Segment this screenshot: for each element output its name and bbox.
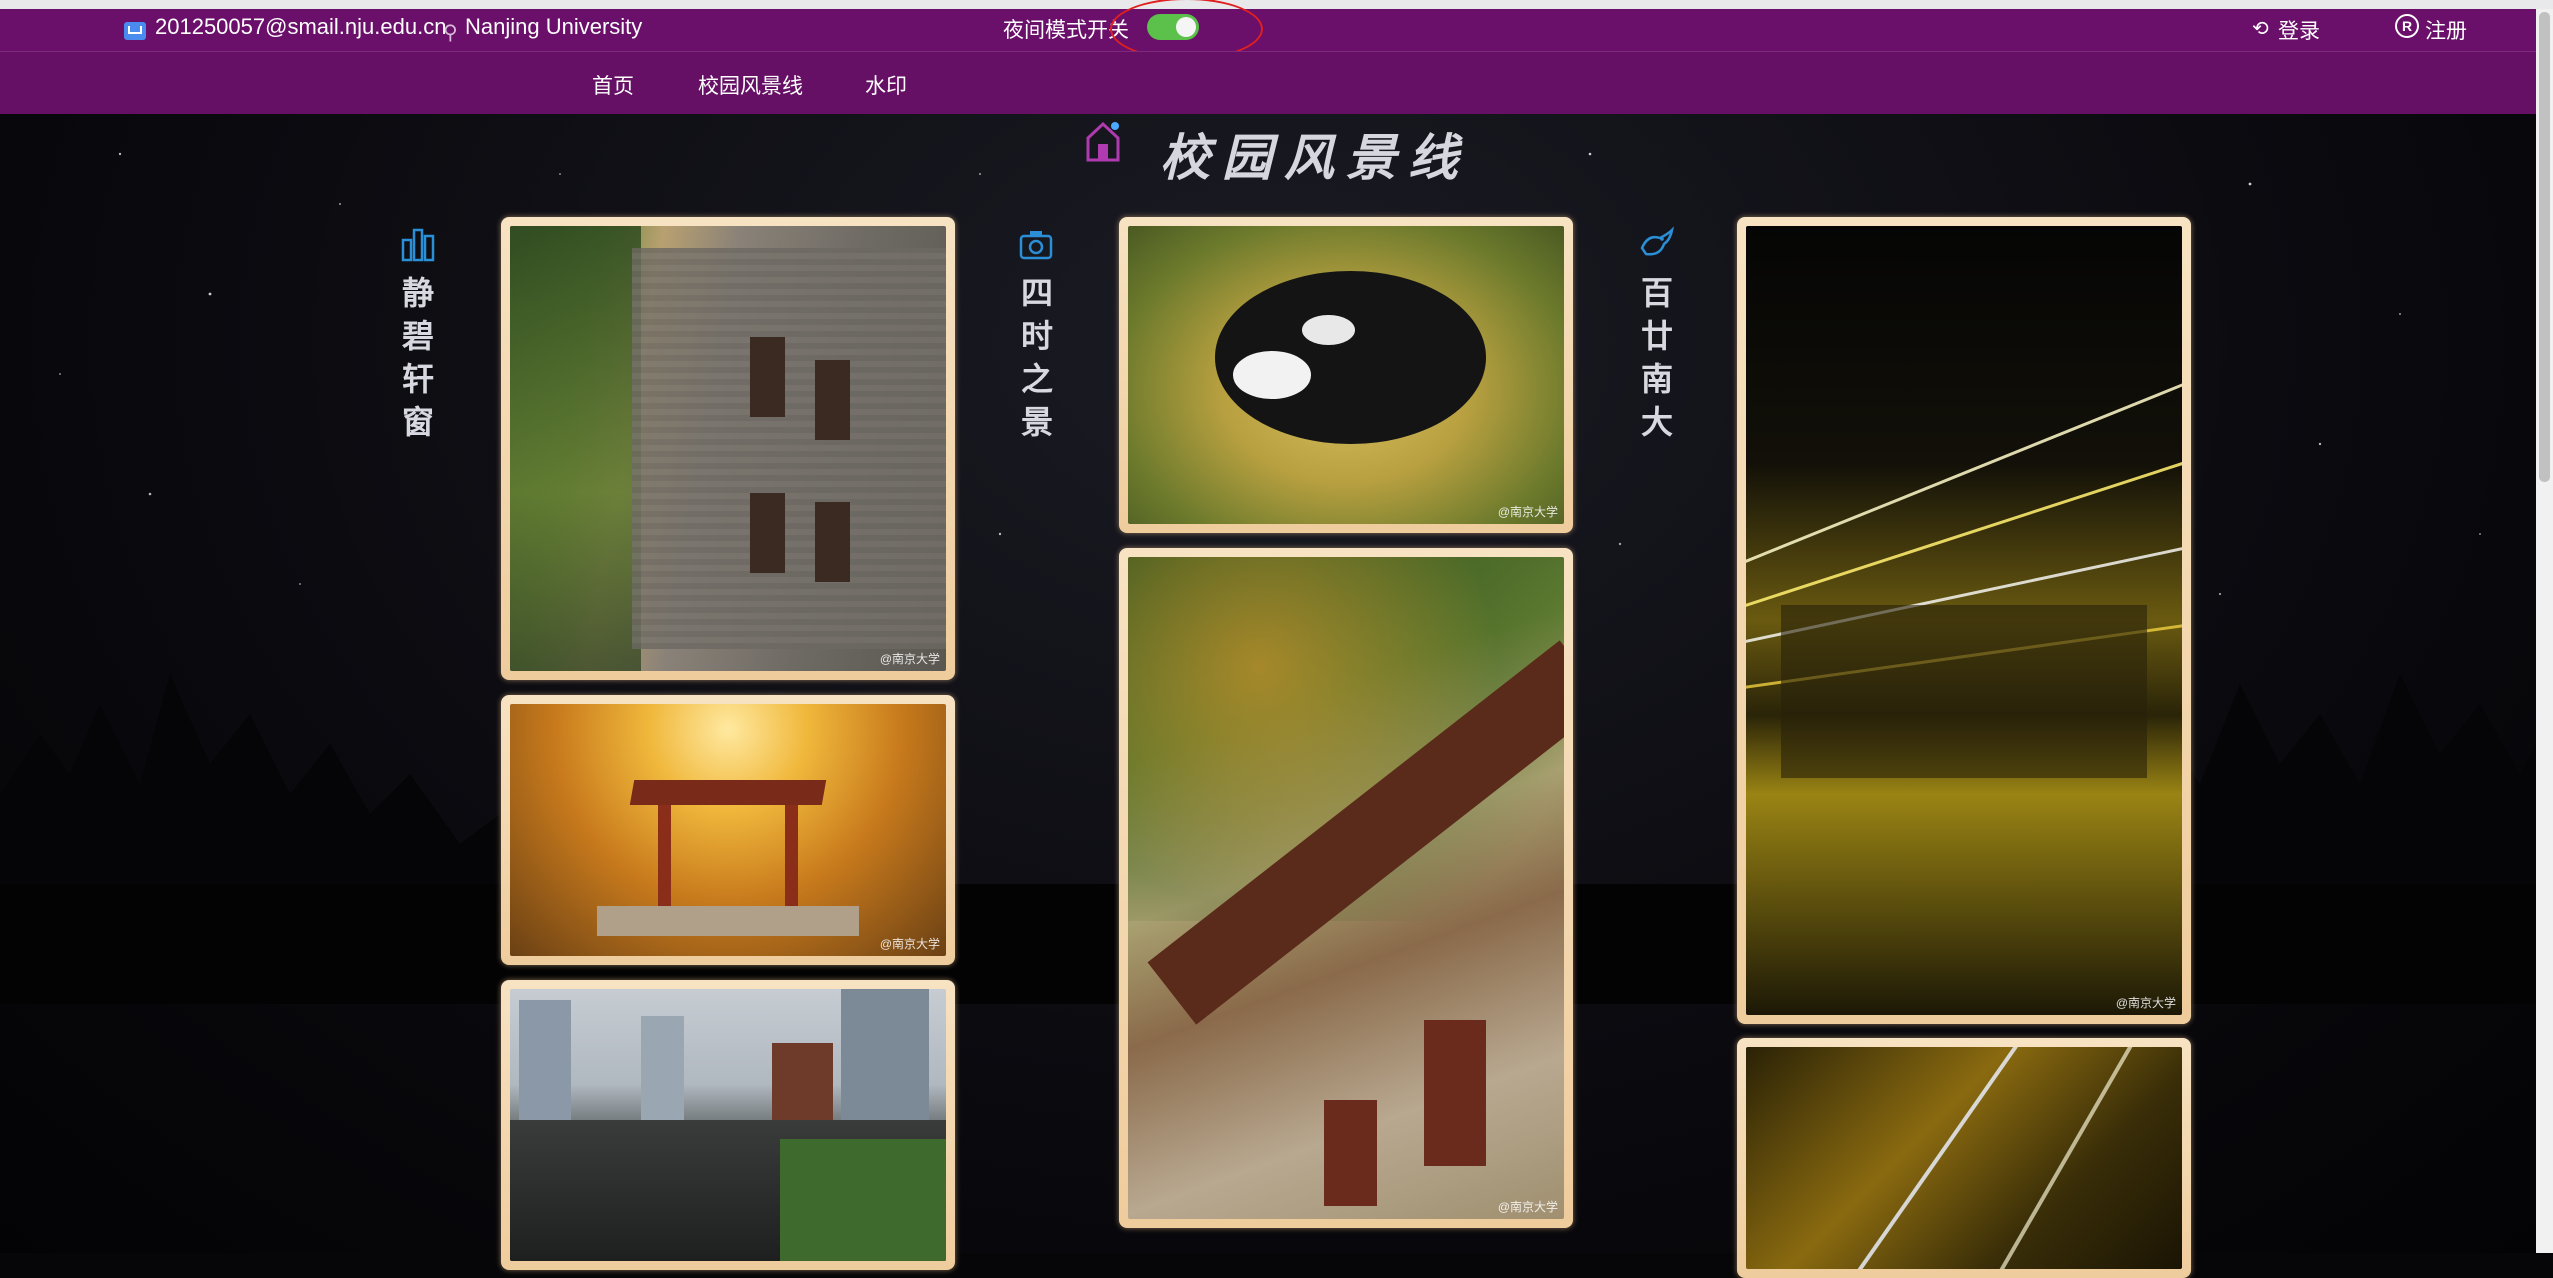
photo-light-beams[interactable] (1737, 1038, 2191, 1278)
location-pin-icon: ⚲ (443, 22, 458, 44)
nav-bar (0, 51, 2536, 115)
photo-old-building[interactable]: @南京大学 (501, 217, 955, 680)
mail-icon (124, 22, 146, 40)
nav-home[interactable]: 首页 (592, 70, 634, 100)
column-label-char: 四 (1020, 274, 1053, 312)
register-icon: R (2395, 14, 2419, 38)
column-label-1: 静 碧 轩 窗 (398, 272, 438, 444)
column-label-char: 之 (1020, 360, 1053, 398)
photo-watermark: @南京大学 (879, 937, 940, 951)
photo-watermark: @南京大学 (1497, 1200, 1558, 1214)
photo-cat[interactable]: @南京大学 (1119, 217, 1573, 533)
photo-osmanthus[interactable]: @南京大学 (1119, 548, 1573, 1228)
column-label-char: 景 (1020, 403, 1053, 441)
login-link[interactable]: 登录 (2278, 15, 2320, 45)
house-icon (1086, 121, 1120, 162)
photo-light-show[interactable]: @南京大学 (1737, 217, 2191, 1024)
camera-icon (1019, 231, 1053, 260)
photo-watermark: @南京大学 (2115, 996, 2176, 1010)
photo-image (1746, 1047, 2182, 1269)
photo-image (510, 989, 946, 1261)
photo-image: @南京大学 (1128, 557, 1564, 1219)
register-link[interactable]: 注册 (2425, 15, 2467, 45)
column-label-char: 百 (1640, 274, 1673, 312)
column-label-char: 窗 (401, 403, 434, 441)
nav-campus-scenery[interactable]: 校园风景线 (698, 70, 803, 100)
column-label-2: 四 时 之 景 (1017, 272, 1057, 444)
photo-watermark: @南京大学 (1497, 505, 1558, 519)
photo-image: @南京大学 (510, 704, 946, 956)
photo-pavilion[interactable]: @南京大学 (501, 695, 955, 965)
column-label-char: 静 (401, 274, 434, 312)
page-title: 校园风景线 (1160, 128, 1470, 187)
bird-icon (1640, 226, 1674, 256)
column-label-char: 大 (1640, 403, 1673, 441)
column-label-3: 百 廿 南 大 (1637, 272, 1677, 444)
column-label-char: 时 (1020, 317, 1053, 355)
nav-watermark[interactable]: 水印 (865, 70, 907, 100)
column-label-char: 南 (1640, 360, 1673, 398)
building-chart-icon (401, 228, 435, 262)
column-label-char: 轩 (401, 360, 434, 398)
photo-image: @南京大学 (510, 226, 946, 671)
photo-image: @南京大学 (1746, 226, 2182, 1015)
photo-image: @南京大学 (1128, 226, 1564, 524)
login-icon: ⟲ (2252, 18, 2269, 40)
user-email: 201250057@smail.nju.edu.cn (155, 14, 447, 39)
photo-rooftops[interactable] (501, 980, 955, 1270)
photo-watermark: @南京大学 (879, 652, 940, 666)
scrollbar-thumb[interactable] (2539, 12, 2550, 482)
column-label-char: 廿 (1640, 317, 1673, 355)
column-label-char: 碧 (401, 317, 434, 355)
user-location: Nanjing University (465, 14, 643, 39)
